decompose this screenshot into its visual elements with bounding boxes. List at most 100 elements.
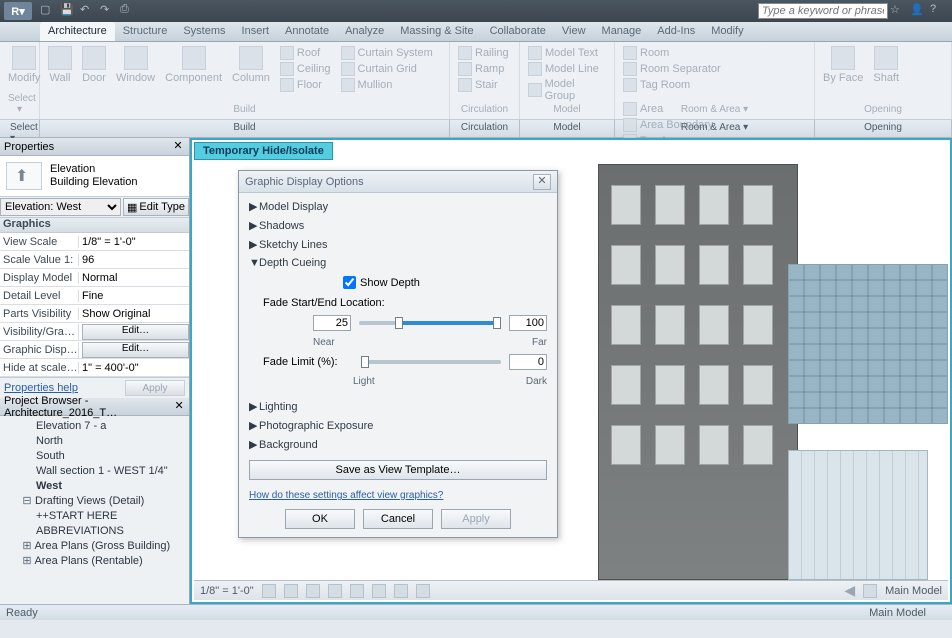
- room-sep-tool[interactable]: Room Separator: [623, 62, 721, 76]
- tab-annotate[interactable]: Annotate: [277, 22, 337, 41]
- property-value[interactable]: Normal: [78, 272, 189, 284]
- edit-type-button[interactable]: ▦Edit Type: [123, 198, 189, 216]
- shaft-tool[interactable]: Shaft: [873, 46, 899, 84]
- expander-icon[interactable]: ⊟: [22, 494, 32, 509]
- by-face-tool[interactable]: By Face: [823, 46, 863, 84]
- tree-node[interactable]: West: [6, 479, 183, 494]
- section-background[interactable]: ▶Background: [249, 435, 547, 454]
- temporary-hide-isolate-banner[interactable]: Temporary Hide/Isolate: [194, 142, 333, 160]
- ok-button[interactable]: OK: [285, 509, 355, 529]
- fade-location-slider[interactable]: [359, 321, 501, 325]
- tab-collaborate[interactable]: Collaborate: [482, 22, 554, 41]
- cancel-button[interactable]: Cancel: [363, 509, 433, 529]
- section-sketchy-lines[interactable]: ▶Sketchy Lines: [249, 235, 547, 254]
- property-value[interactable]: 1" = 400'-0": [78, 362, 189, 374]
- tag-room-tool[interactable]: Tag Room: [623, 78, 721, 92]
- property-row[interactable]: Detail LevelFine: [0, 287, 189, 305]
- section-model-display[interactable]: ▶Model Display: [249, 197, 547, 216]
- tab-insert[interactable]: Insert: [234, 22, 278, 41]
- mullion-tool[interactable]: Mullion: [341, 78, 433, 92]
- select-drop[interactable]: Select ▾: [0, 120, 40, 137]
- tree-node[interactable]: ⊞ Area Plans (Gross Building): [6, 539, 183, 554]
- tree-node[interactable]: ABBREVIATIONS: [6, 524, 183, 539]
- railing-tool[interactable]: Railing: [458, 46, 509, 60]
- hide-isolate-icon[interactable]: [394, 584, 408, 598]
- property-row[interactable]: View Scale1/8" = 1'-0": [0, 233, 189, 251]
- column-tool[interactable]: Column: [232, 46, 270, 84]
- properties-close-icon[interactable]: ✕: [171, 140, 185, 154]
- property-row[interactable]: Display ModelNormal: [0, 269, 189, 287]
- tree-node[interactable]: North: [6, 434, 183, 449]
- sun-path-icon[interactable]: [306, 584, 320, 598]
- property-value[interactable]: 96: [78, 254, 189, 266]
- property-edit-button[interactable]: Edit…: [82, 324, 189, 340]
- room-panel-label[interactable]: Room & Area ▾: [623, 104, 806, 115]
- ceiling-tool[interactable]: Ceiling: [280, 62, 331, 76]
- view-tab-label[interactable]: Main Model: [885, 585, 942, 597]
- select-panel-label[interactable]: Select ▾: [8, 93, 31, 115]
- room-tool[interactable]: Room: [623, 46, 721, 60]
- tree-node[interactable]: ⊟ Drafting Views (Detail): [6, 494, 183, 509]
- subscription-icon[interactable]: ☆: [890, 3, 906, 19]
- modify-tool[interactable]: Modify: [8, 46, 40, 84]
- tree-node[interactable]: South: [6, 449, 183, 464]
- curtain-grid-tool[interactable]: Curtain Grid: [341, 62, 433, 76]
- property-row[interactable]: Graphic Displa…Edit…: [0, 341, 189, 359]
- section-photographic-exposure[interactable]: ▶Photographic Exposure: [249, 416, 547, 435]
- stair-tool[interactable]: Stair: [458, 78, 498, 92]
- property-value[interactable]: Show Original: [78, 308, 189, 320]
- tree-node[interactable]: ++START HERE: [6, 509, 183, 524]
- print-icon[interactable]: ⎙: [120, 3, 136, 19]
- visual-style-icon[interactable]: [284, 584, 298, 598]
- property-row[interactable]: Hide at scales …1" = 400'-0": [0, 359, 189, 377]
- tree-node[interactable]: ⊞ Area Plans (Rentable): [6, 554, 183, 569]
- property-value[interactable]: Edit…: [78, 324, 189, 340]
- floor-tool[interactable]: Floor: [280, 78, 331, 92]
- window-tool[interactable]: Window: [116, 46, 155, 84]
- area-boundary-tool[interactable]: Area Boundary: [623, 118, 713, 132]
- tab-structure[interactable]: Structure: [115, 22, 176, 41]
- help-icon[interactable]: ?: [930, 3, 946, 19]
- property-value[interactable]: Fine: [78, 290, 189, 302]
- section-depth-cueing[interactable]: ▼Depth Cueing: [249, 254, 547, 272]
- dialog-close-button[interactable]: ✕: [533, 174, 551, 190]
- project-browser-tree[interactable]: Elevation 7 - a North South Wall section…: [0, 416, 189, 604]
- fade-limit-slider[interactable]: [361, 360, 501, 364]
- property-row[interactable]: Visibility/Graph…Edit…: [0, 323, 189, 341]
- detail-level-icon[interactable]: [262, 584, 276, 598]
- tree-node[interactable]: Wall section 1 - WEST 1/4": [6, 464, 183, 479]
- search-input[interactable]: [758, 3, 888, 19]
- fade-limit-input[interactable]: [509, 354, 547, 370]
- tab-manage[interactable]: Manage: [594, 22, 650, 41]
- property-edit-button[interactable]: Edit…: [82, 342, 189, 358]
- help-link[interactable]: How do these settings affect view graphi…: [249, 490, 547, 501]
- open-icon[interactable]: ▢: [40, 3, 56, 19]
- graphics-header[interactable]: Graphics: [0, 217, 189, 233]
- fade-start-input[interactable]: [313, 315, 351, 331]
- properties-help-link[interactable]: Properties help: [4, 382, 78, 394]
- section-lighting[interactable]: ▶Lighting: [249, 397, 547, 416]
- property-row[interactable]: Scale Value 1:96: [0, 251, 189, 269]
- wall-tool[interactable]: Wall: [48, 46, 72, 84]
- type-selector[interactable]: Elevation Building Elevation: [0, 156, 189, 197]
- scroll-left-icon[interactable]: ◀: [844, 582, 855, 599]
- fade-end-input[interactable]: [509, 315, 547, 331]
- property-value[interactable]: Edit…: [78, 342, 189, 358]
- scale-readout[interactable]: 1/8" = 1'-0": [200, 585, 254, 597]
- door-tool[interactable]: Door: [82, 46, 106, 84]
- property-value[interactable]: 1/8" = 1'-0": [78, 236, 189, 248]
- apply-button[interactable]: Apply: [441, 509, 511, 529]
- tab-modify[interactable]: Modify: [703, 22, 751, 41]
- tab-analyze[interactable]: Analyze: [337, 22, 392, 41]
- expander-icon[interactable]: ⊞: [22, 554, 32, 569]
- expander-icon[interactable]: ⊞: [22, 539, 32, 554]
- model-text-tool[interactable]: Model Text: [528, 46, 598, 60]
- save-icon[interactable]: 💾: [60, 3, 76, 19]
- tree-node[interactable]: Elevation 7 - a: [6, 419, 183, 434]
- app-menu-button[interactable]: R▾: [4, 2, 32, 20]
- user-icon[interactable]: 👤: [910, 3, 926, 19]
- tab-systems[interactable]: Systems: [175, 22, 233, 41]
- shadows-icon[interactable]: [328, 584, 342, 598]
- ramp-tool[interactable]: Ramp: [458, 62, 504, 76]
- browser-close-icon[interactable]: ✕: [173, 400, 185, 414]
